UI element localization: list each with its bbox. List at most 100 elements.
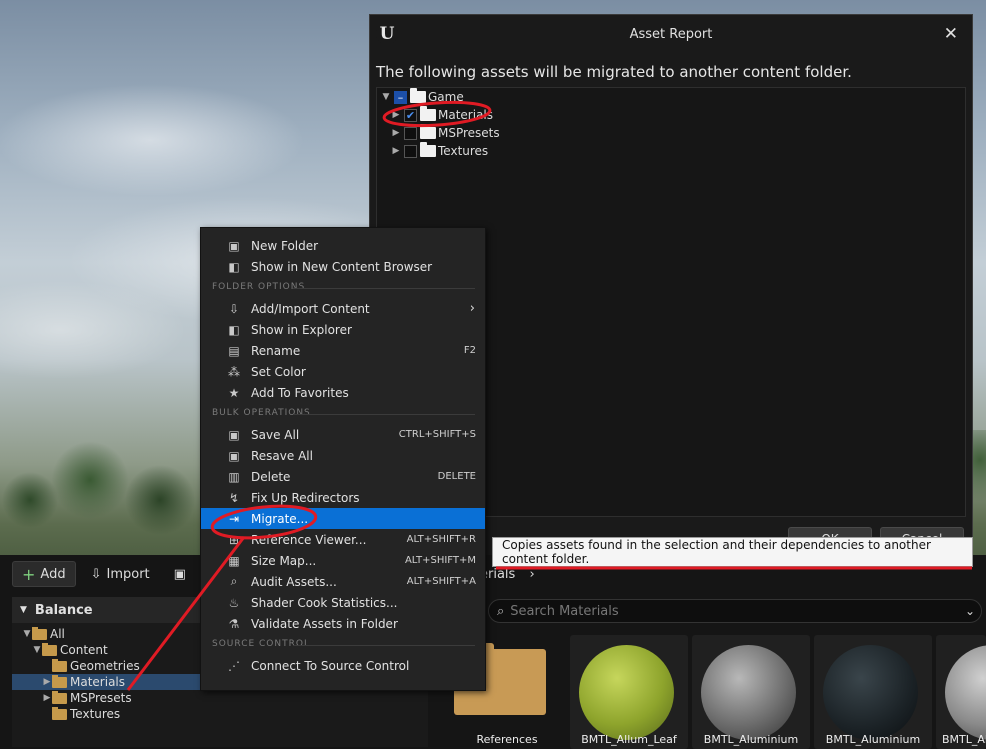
tree-row-mspresets[interactable]: ▶ MSPresets: [377, 124, 965, 142]
material-sphere-thumbnail: [823, 645, 918, 740]
menu-item-label: Resave All: [251, 448, 313, 463]
checkbox-partial[interactable]: –: [394, 90, 407, 104]
folder-icon: [52, 690, 67, 704]
redirector-icon: ↯: [228, 490, 240, 505]
checkbox-unchecked[interactable]: [404, 144, 417, 158]
expand-down-icon[interactable]: ▼: [381, 92, 391, 102]
menu-shortcut: CTRL+SHIFT+S: [398, 429, 476, 440]
folder-row-mspresets[interactable]: ▶ MSPresets: [12, 690, 428, 706]
menu-item-reference-viewer[interactable]: ⊞ Reference Viewer... ALT+SHIFT+R: [201, 529, 485, 550]
menu-item-add-to-favorites[interactable]: ★ Add To Favorites: [201, 382, 485, 403]
shader-icon: ♨: [228, 595, 240, 610]
expand-right-icon[interactable]: ▶: [391, 146, 401, 156]
asset-tile[interactable]: BMTL_Al: [936, 635, 986, 749]
menu-item-set-color[interactable]: ⁂ Set Color: [201, 361, 485, 382]
submenu-arrow-icon: ›: [469, 301, 475, 316]
menu-item-label: Shader Cook Statistics...: [251, 595, 398, 610]
search-icon: ⌕: [497, 603, 505, 619]
content-browser: + Add ⇩ Import ▣ ▼ Balance ▼ All ▼ Conte…: [0, 555, 986, 749]
menu-shortcut: ALT+SHIFT+A: [406, 576, 476, 587]
material-sphere-thumbnail: [701, 645, 796, 740]
menu-section-source-control: SOURCE CONTROL: [201, 634, 485, 655]
validate-icon: ⚗: [228, 616, 240, 631]
tree-row-textures[interactable]: ▶ Textures: [377, 142, 965, 160]
menu-item-new-folder[interactable]: ▣ New Folder: [201, 235, 485, 256]
folder-icon: [52, 706, 67, 720]
material-sphere-thumbnail: [945, 645, 986, 740]
tree-label: Materials: [438, 108, 494, 122]
menu-item-delete[interactable]: ▥ Delete DELETE: [201, 466, 485, 487]
folder-label: Content: [60, 643, 108, 657]
menu-shortcut: ALT+SHIFT+R: [406, 534, 476, 545]
menu-item-label: Add/Import Content: [251, 301, 370, 316]
menu-item-shader-cook-statistics[interactable]: ♨ Shader Cook Statistics...: [201, 592, 485, 613]
menu-shortcut: F2: [463, 345, 476, 356]
menu-item-fix-up-redirectors[interactable]: ↯ Fix Up Redirectors: [201, 487, 485, 508]
rename-icon: ▤: [228, 343, 240, 358]
menu-item-label: New Folder: [251, 238, 319, 253]
folder-icon: [420, 124, 436, 139]
menu-item-label: Connect To Source Control: [251, 658, 410, 673]
asset-label: BMTL_Al: [942, 733, 986, 746]
reference-icon: ⊞: [228, 532, 240, 547]
menu-item-label: Rename: [251, 343, 301, 358]
checkbox-unchecked[interactable]: [404, 126, 417, 140]
expand-down-icon[interactable]: ▼: [32, 645, 42, 655]
menu-item-size-map[interactable]: ▦ Size Map... ALT+SHIFT+M: [201, 550, 485, 571]
tree-row-game[interactable]: ▼ – Game: [377, 88, 965, 106]
expand-right-icon[interactable]: ▶: [42, 693, 52, 703]
menu-item-validate-assets[interactable]: ⚗ Validate Assets in Folder: [201, 613, 485, 634]
migrate-icon: ⇥: [228, 511, 240, 526]
tree-label: Game: [428, 90, 464, 104]
migrate-tooltip: Copies assets found in the selection and…: [492, 537, 973, 567]
menu-shortcut: DELETE: [437, 471, 476, 482]
folder-label: Materials: [70, 675, 126, 689]
menu-shortcut: ALT+SHIFT+M: [404, 555, 476, 566]
folder-icon: [52, 674, 67, 688]
menu-item-show-in-new-content-browser[interactable]: ◧ Show in New Content Browser: [201, 256, 485, 277]
menu-item-label: Fix Up Redirectors: [251, 490, 360, 505]
menu-item-label: Add To Favorites: [251, 385, 349, 400]
asset-label: BMTL_Aluminium: [703, 733, 799, 746]
expand-right-icon[interactable]: ▶: [391, 128, 401, 138]
folder-label: MSPresets: [70, 691, 132, 705]
audit-icon: ⌕: [230, 574, 238, 588]
folder-icon: [420, 142, 436, 157]
breadcrumb[interactable]: erials ›: [480, 567, 535, 582]
menu-item-audit-assets[interactable]: ⌕ Audit Assets... ALT+SHIFT+A: [201, 571, 485, 592]
menu-item-resave-all[interactable]: ▣ Resave All: [201, 445, 485, 466]
expand-right-icon[interactable]: ▶: [391, 110, 401, 120]
close-icon[interactable]: ✕: [944, 24, 958, 44]
checkbox-checked[interactable]: ✔: [404, 108, 417, 122]
tree-label: Textures: [438, 144, 489, 158]
menu-item-label: Show in New Content Browser: [251, 259, 433, 274]
search-input[interactable]: ⌕ Search Materials ⌄: [488, 599, 982, 623]
chevron-right-icon[interactable]: ›: [529, 567, 534, 582]
save-all-button[interactable]: ▣: [165, 562, 195, 586]
menu-item-connect-source-control[interactable]: ⋰ Connect To Source Control: [201, 655, 485, 676]
sizemap-icon: ▦: [228, 553, 240, 568]
import-icon: ⇩: [228, 301, 240, 316]
menu-item-show-in-explorer[interactable]: ◧ Show in Explorer: [201, 319, 485, 340]
menu-item-save-all[interactable]: ▣ Save All CTRL+SHIFT+S: [201, 424, 485, 445]
asset-view: erials › ⌕ Search Materials ⌄ References…: [440, 563, 986, 749]
menu-item-migrate[interactable]: ⇥ Migrate...: [201, 508, 485, 529]
import-button[interactable]: ⇩ Import: [82, 562, 159, 586]
add-button[interactable]: + Add: [12, 561, 76, 587]
asset-tile[interactable]: BMTL_Aluminium: [814, 635, 932, 749]
plus-icon: +: [22, 564, 36, 584]
dialog-message: The following assets will be migrated to…: [376, 63, 852, 81]
folder-row-textures[interactable]: Textures: [12, 706, 428, 722]
chevron-down-icon[interactable]: ⌄: [965, 604, 975, 618]
menu-item-rename[interactable]: ▤ Rename F2: [201, 340, 485, 361]
expand-down-icon[interactable]: ▼: [22, 629, 32, 639]
unreal-logo-icon: U: [376, 23, 398, 45]
collapse-icon[interactable]: ▼: [20, 605, 27, 615]
expand-right-icon[interactable]: ▶: [42, 677, 52, 687]
tree-row-materials[interactable]: ▶ ✔ Materials: [377, 106, 965, 124]
dialog-title: Asset Report: [629, 26, 713, 42]
menu-item-add-import-content[interactable]: ⇩ Add/Import Content ›: [201, 298, 485, 319]
asset-label: References: [476, 733, 538, 746]
asset-tile[interactable]: BMTL_Aluminium: [692, 635, 810, 749]
asset-tile[interactable]: BMTL_Allum_Leaf: [570, 635, 688, 749]
